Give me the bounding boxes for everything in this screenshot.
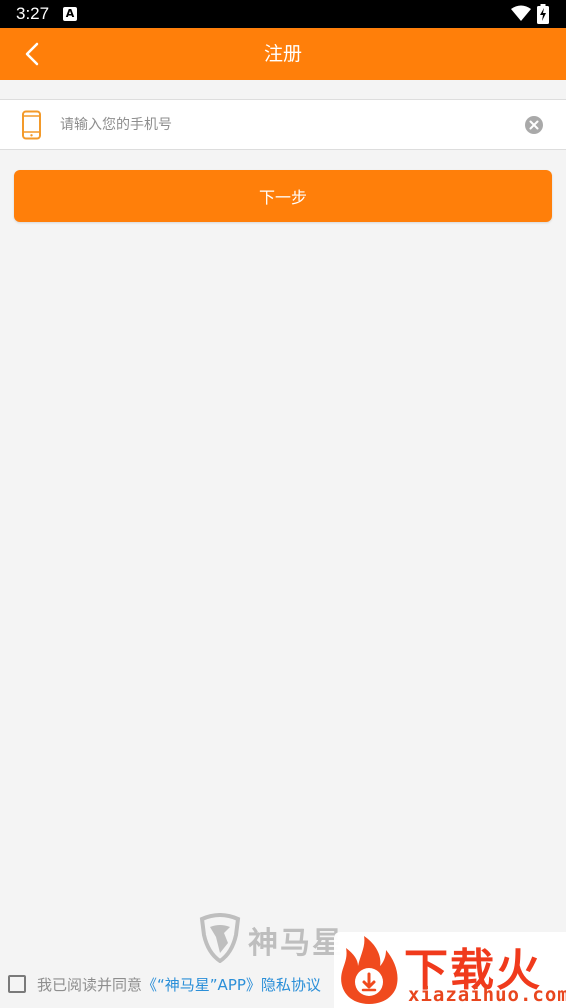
status-time: 3:27 — [16, 4, 50, 23]
next-step-button[interactable]: 下一步 — [14, 170, 552, 222]
page-title: 注册 — [263, 43, 302, 65]
flame-download-icon — [341, 936, 398, 1004]
phone-input-row — [0, 99, 566, 150]
battery-icon — [537, 4, 549, 24]
status-bar: 3:27 A — [0, 0, 566, 28]
notification-a-icon: A — [63, 7, 77, 21]
app-bar: 注册 — [0, 28, 566, 80]
chevron-left-icon — [25, 42, 39, 66]
shield-logo-icon — [199, 913, 241, 963]
agreement-row: 我已阅读并同意 《“神马星”APP》隐私协议 — [8, 970, 321, 998]
wifi-icon — [511, 5, 531, 21]
agreement-prefix: 我已阅读并同意 — [37, 975, 143, 994]
watermark: 下载火 xiazaihuo.com — [334, 932, 566, 1008]
back-button[interactable] — [12, 36, 52, 72]
privacy-policy-link[interactable]: 《“神马星”APP》隐私协议 — [142, 974, 321, 995]
agree-checkbox[interactable] — [8, 975, 26, 993]
clear-icon[interactable] — [523, 114, 545, 136]
phone-input[interactable] — [58, 108, 512, 141]
brand-name: 神马星 — [248, 926, 344, 961]
phone-icon — [22, 110, 41, 140]
watermark-url: xiazaihuo.com — [408, 984, 566, 1006]
